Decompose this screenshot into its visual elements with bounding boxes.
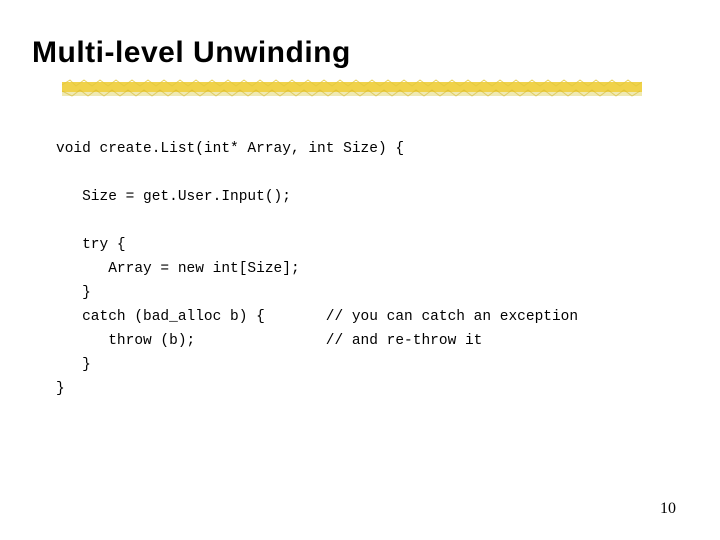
- code-block: void create.List(int* Array, int Size) {…: [56, 137, 578, 401]
- page-number: 10: [660, 500, 676, 518]
- title-underline: [62, 82, 642, 96]
- slide-title: Multi-level Unwinding: [32, 36, 351, 70]
- crayon-icon: [62, 79, 642, 99]
- slide: Multi-level Unwinding void create.List(i…: [0, 0, 720, 540]
- underline-texture: [62, 79, 642, 99]
